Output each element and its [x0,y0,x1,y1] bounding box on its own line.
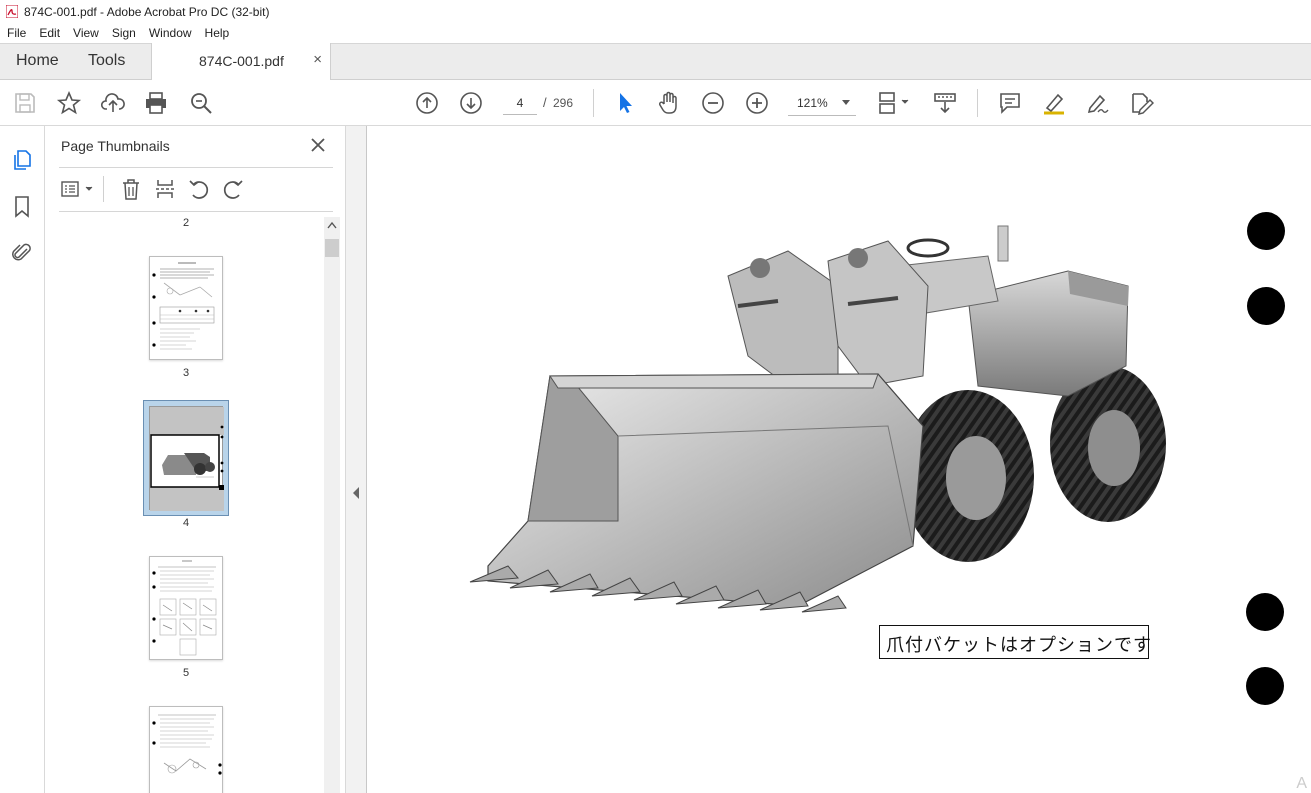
scrollbar-thumb[interactable] [325,239,339,257]
left-navigation-rail [0,126,45,793]
select-cursor-icon[interactable] [612,90,638,116]
tab-tools[interactable]: Tools [88,52,125,70]
thumbnail-label: 5 [182,667,190,679]
page-thumbnails-panel: Page Thumbnails 2 3 4 5 [45,126,345,793]
zoom-out-icon[interactable] [700,90,726,116]
thumbnail-options-icon[interactable] [59,177,97,201]
toolbar-divider [593,89,594,117]
menu-file[interactable]: File [0,26,32,40]
menu-sign[interactable]: Sign [105,26,142,40]
close-icon[interactable] [309,136,327,154]
save-icon[interactable] [12,90,38,116]
main-toolbar [0,80,1311,126]
extract-page-icon[interactable] [153,177,177,201]
tab-home[interactable]: Home [16,52,59,70]
thumbnail-preview [152,714,222,775]
toolbar-divider [977,89,978,117]
rotate-right-icon[interactable] [221,177,245,201]
thumbnail-preview [149,406,224,511]
thumbnail-preview [152,560,217,656]
comment-icon[interactable] [997,90,1023,116]
panel-tool-divider [103,176,104,202]
page-separator: / [543,95,547,110]
thumbnail-label: 3 [182,367,190,379]
thumbnail-preview [152,262,215,350]
thumbnail-label: 4 [182,517,190,529]
binder-hole [1246,667,1284,705]
page-total: 296 [553,96,574,110]
delete-page-icon[interactable] [119,177,143,201]
document-view[interactable]: 爪付バケットはオプションです A [368,126,1311,793]
binder-hole [1246,593,1284,631]
caption-text: 爪付バケットはオプションです [886,635,1152,656]
prev-page-icon[interactable] [414,90,440,116]
zoom-in-icon[interactable] [744,90,770,116]
menu-help[interactable]: Help [198,26,236,40]
document-tab-label: 874C-001.pdf [199,53,284,69]
thumbnail-page-4-selected[interactable] [143,400,229,516]
sign-icon[interactable] [1084,90,1110,116]
menu-edit[interactable]: Edit [32,26,66,40]
scroll-mode-icon[interactable] [932,90,958,116]
panel-divider [59,167,333,168]
rotate-left-icon[interactable] [187,177,211,201]
thumbnail-list: 2 3 4 5 [59,212,325,793]
highlight-icon[interactable] [1041,90,1067,116]
panel-splitter[interactable] [345,126,367,793]
thumbnail-scrollbar[interactable] [324,217,340,793]
wheel-loader-image [469,225,1166,613]
attachments-icon[interactable] [10,240,34,264]
page-number-input[interactable] [503,91,537,115]
print-icon[interactable] [143,90,169,116]
thumbnail-page-5[interactable] [149,556,223,660]
caption-box: 爪付バケットはオプションです [879,625,1152,659]
tab-bar: Home Tools 874C-001.pdf × [0,43,1311,81]
edit-pdf-icon[interactable] [1128,90,1155,116]
zoom-value: 121% [797,96,828,110]
page-layout-icon[interactable] [876,90,912,116]
zoom-dropdown[interactable]: 121% [788,90,856,116]
next-page-icon[interactable] [458,90,484,116]
thumbnail-page-3[interactable] [149,256,223,360]
page-thumbnails-icon[interactable] [10,148,34,172]
binder-hole [1247,212,1285,250]
chevron-down-icon [842,100,850,105]
menu-bar: File Edit View Sign Window Help [0,23,1311,43]
scroll-up-icon[interactable] [327,221,337,229]
hand-icon[interactable] [656,90,682,116]
upload-icon[interactable] [100,90,126,116]
close-tab-icon[interactable]: × [313,51,322,68]
corner-glyph: A [1296,775,1307,792]
menu-window[interactable]: Window [142,26,198,40]
thumbnail-label: 2 [182,217,190,229]
title-bar: 874C-001.pdf - Adobe Acrobat Pro DC (32-… [0,0,1311,23]
search-zoom-icon[interactable] [188,90,214,116]
bookmark-star-icon[interactable] [56,90,82,116]
binder-hole [1247,287,1285,325]
bookmarks-icon[interactable] [10,194,34,218]
collapse-panel-icon[interactable] [353,487,359,499]
panel-title: Page Thumbnails [61,138,170,154]
tab-document[interactable]: 874C-001.pdf × [151,43,331,81]
menu-view[interactable]: View [66,26,105,40]
thumbnail-page-6[interactable] [149,706,223,793]
acrobat-app-icon [6,5,18,18]
window-title: 874C-001.pdf - Adobe Acrobat Pro DC (32-… [24,4,270,19]
